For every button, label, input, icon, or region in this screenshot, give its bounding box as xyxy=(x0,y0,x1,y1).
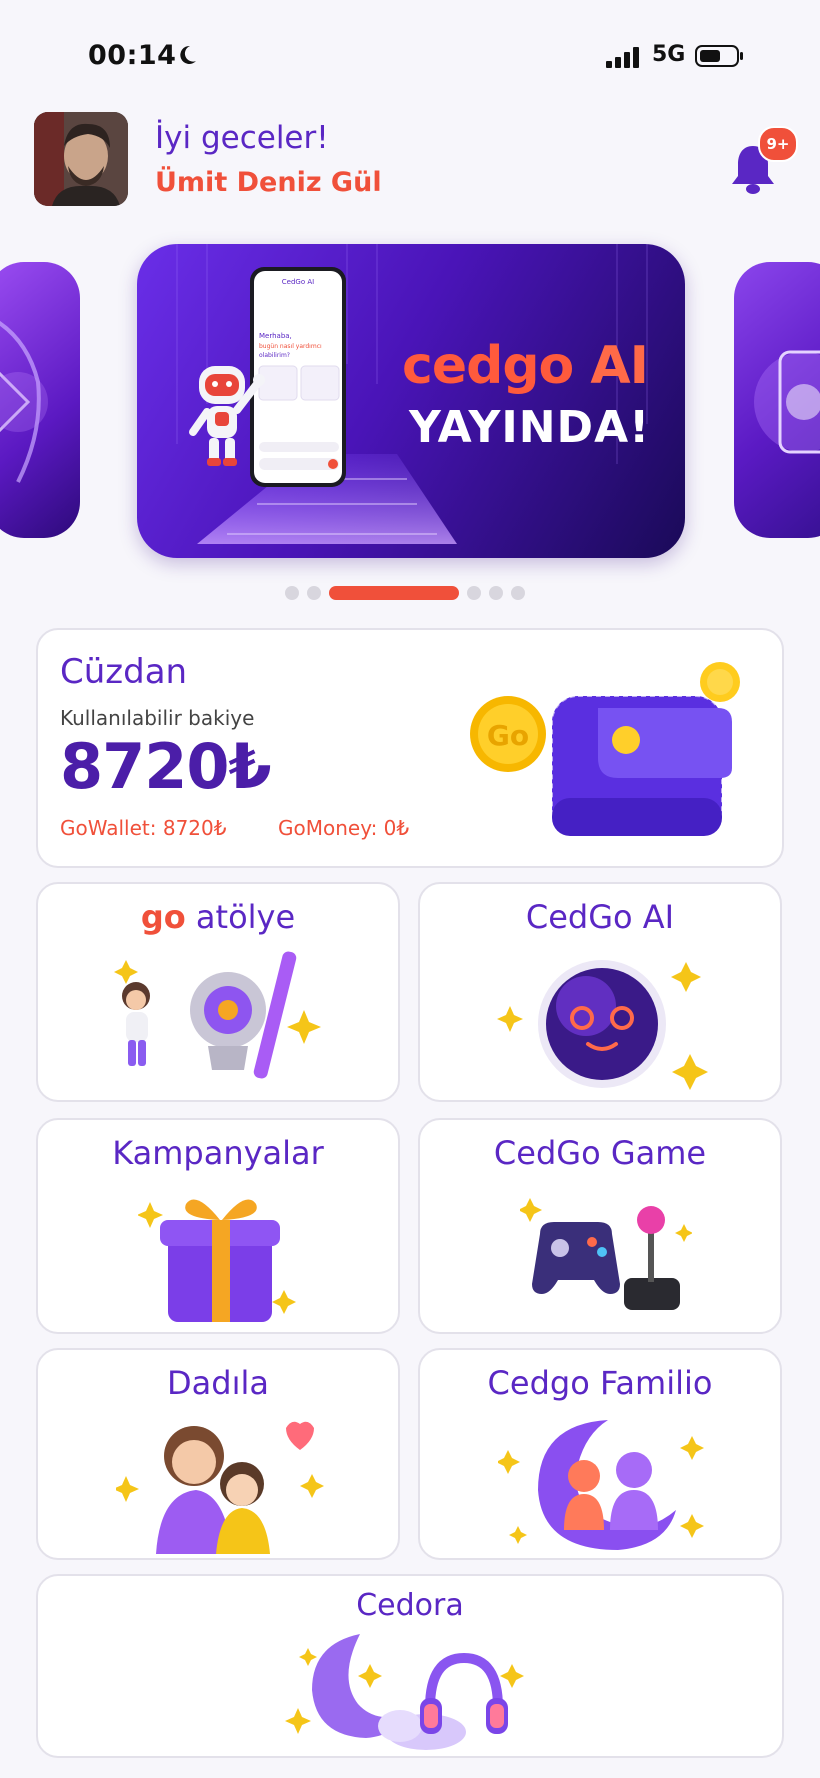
tile-title: CedGo AI xyxy=(525,898,675,936)
gowallet-balance: GoWallet: 8720₺ xyxy=(60,816,227,840)
gamepad-icon xyxy=(520,1198,692,1310)
notification-badge: 9+ xyxy=(758,126,798,162)
svg-text:CedGo AI: CedGo AI xyxy=(282,278,314,286)
carousel-dot[interactable] xyxy=(467,586,481,600)
carousel-dot[interactable] xyxy=(307,586,321,600)
hand-hologram-icon xyxy=(0,320,48,483)
avatar[interactable] xyxy=(34,112,128,206)
tile-title: Cedgo Familio xyxy=(487,1364,713,1402)
carousel-dot[interactable] xyxy=(511,586,525,600)
tile-title: Kampanyalar xyxy=(112,1134,324,1172)
moon-icon xyxy=(180,45,196,64)
tile-cedgo-familio[interactable]: Cedgo Familio xyxy=(418,1348,782,1560)
tile-kampanyalar[interactable]: Kampanyalar xyxy=(36,1118,400,1334)
tile-title: Dadıla xyxy=(167,1364,269,1402)
tile-title: Cedora xyxy=(356,1588,464,1623)
tile-cedgo-ai[interactable]: CedGo AI xyxy=(418,882,782,1102)
battery-icon xyxy=(695,45,743,67)
carousel-dot[interactable] xyxy=(489,586,503,600)
wallet-card[interactable]: Cüzdan Kullanılabilir bakiye 8720₺ GoWal… xyxy=(36,628,784,868)
mother-child-icon xyxy=(116,1421,324,1554)
tile-cedora[interactable]: Cedora xyxy=(36,1574,784,1758)
banner-brand-text: cedgo AI xyxy=(402,336,649,396)
carousel-dot-active[interactable] xyxy=(329,586,459,600)
user-name: Ümit Deniz Gül xyxy=(155,167,382,198)
signal-icon xyxy=(606,47,639,68)
device-hologram-icon xyxy=(754,350,820,454)
greeting-text: İyi geceler! xyxy=(155,120,329,156)
gomoney-balance: GoMoney: 0₺ xyxy=(278,816,410,840)
status-time: 00:14 xyxy=(88,40,177,71)
svg-text:Merhaba,: Merhaba, xyxy=(259,332,292,340)
tile-title: go atölye xyxy=(140,898,296,936)
ai-orb-icon xyxy=(497,960,708,1090)
network-type: 5G xyxy=(652,42,686,67)
balance-label: Kullanılabilir bakiye xyxy=(60,706,255,730)
balance-amount: 8720₺ xyxy=(60,730,272,803)
tile-title: CedGo Game xyxy=(493,1134,707,1172)
promo-banner[interactable]: CedGo AI Merhaba, bugün nasıl yardımcı o… xyxy=(137,244,685,558)
carousel-dot[interactable] xyxy=(285,586,299,600)
carousel-prev-card[interactable] xyxy=(0,262,80,538)
moon-headphones-icon xyxy=(285,1634,524,1750)
carousel-next-card[interactable] xyxy=(734,262,820,538)
gift-icon xyxy=(138,1199,296,1322)
wallet-title: Cüzdan xyxy=(60,652,188,692)
atolye-illustration-icon xyxy=(114,951,321,1079)
wallet-icon: Go xyxy=(470,662,740,837)
svg-text:Go: Go xyxy=(487,719,529,752)
carousel-pagination xyxy=(285,586,525,600)
banner-subtitle: YAYINDA! xyxy=(409,402,651,453)
tile-atolye[interactable]: go atölye xyxy=(36,882,400,1102)
tile-dadila[interactable]: Dadıla xyxy=(36,1348,400,1560)
avatar-photo xyxy=(34,112,128,206)
robot-icon xyxy=(189,366,265,466)
tile-cedgo-game[interactable]: CedGo Game xyxy=(418,1118,782,1334)
family-moon-icon xyxy=(498,1420,704,1550)
svg-text:bugün nasıl yardımcı: bugün nasıl yardımcı xyxy=(259,343,322,350)
